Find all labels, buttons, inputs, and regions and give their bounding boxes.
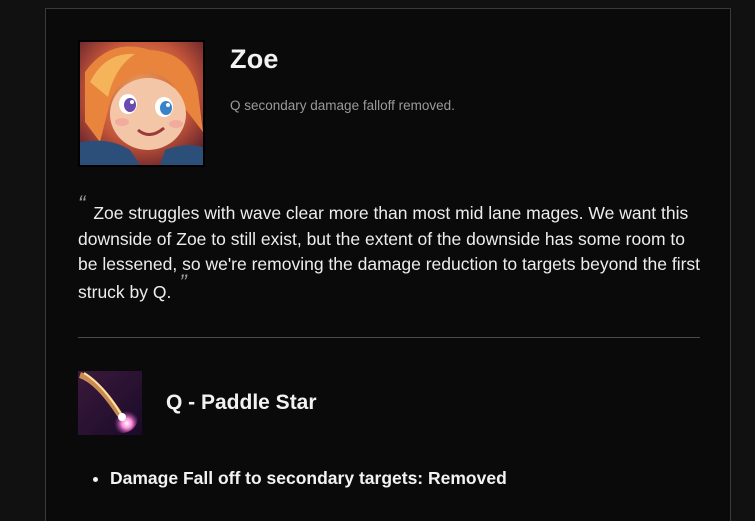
designer-quote-text: Zoe struggles with wave clear more than … bbox=[78, 203, 701, 302]
close-quote-icon: ” bbox=[179, 269, 187, 295]
champion-summary: Q secondary damage falloff removed. bbox=[230, 98, 455, 113]
list-item: Damage Fall off to secondary targets: Re… bbox=[110, 468, 507, 489]
paddle-star-icon bbox=[78, 371, 142, 435]
champion-portrait-icon bbox=[78, 40, 205, 167]
designer-quote: “Zoe struggles with wave clear more than… bbox=[78, 191, 708, 305]
ability-change-list: Damage Fall off to secondary targets: Re… bbox=[92, 468, 507, 489]
ability-title: Q - Paddle Star bbox=[166, 391, 317, 414]
champion-name: Zoe bbox=[230, 44, 279, 74]
section-divider bbox=[78, 337, 700, 338]
page: Zoe Q secondary damage falloff removed. … bbox=[0, 0, 755, 521]
open-quote-icon: “ bbox=[78, 191, 86, 216]
